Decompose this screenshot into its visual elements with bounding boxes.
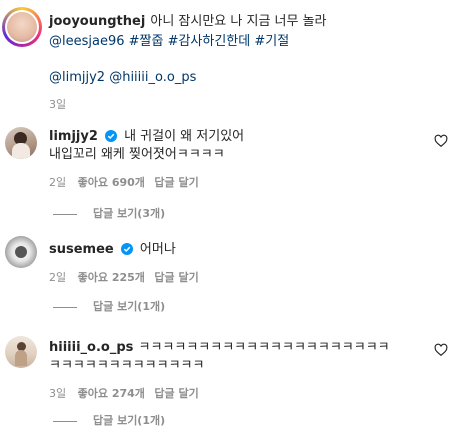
reply-button[interactable]: 답글 달기 — [154, 387, 198, 400]
comment-2: susemee 어머나 2일 좋아요 225개 답글 달기 — [49, 239, 419, 285]
reply-button[interactable]: 답글 달기 — [154, 176, 198, 189]
view-replies-button[interactable]: 답글 보기(1개) — [53, 412, 165, 428]
view-replies-label[interactable]: 답글 보기(3개) — [93, 207, 165, 220]
caption-block: jooyoungthej 아니 잠시만요 나 지금 너무 놀라 @leesjae… — [49, 10, 449, 112]
comment-time: 2일 — [49, 176, 67, 189]
comment-time: 2일 — [49, 271, 67, 284]
caption-mentions[interactable]: @limjjy2 @hiiiii_o.o_ps — [49, 68, 449, 88]
comment-text-line2: 내입꼬리 왜케 찢어졋어ㅋㅋㅋㅋ — [49, 147, 225, 162]
comment-1: limjjy2 내 귀걸이 왜 저기있어 내입꼬리 왜케 찢어졋어ㅋㅋㅋㅋ 2일… — [49, 126, 419, 190]
comment-likes[interactable]: 좋아요 225개 — [78, 271, 145, 284]
heart-icon[interactable] — [434, 134, 448, 148]
comment-likes[interactable]: 좋아요 274개 — [78, 387, 145, 400]
comment-text-line2: ㅋㅋㅋㅋㅋㅋㅋㅋㅋㅋㅋㅋㅋ — [49, 358, 205, 373]
comment-text: 내 귀걸이 왜 저기있어 — [124, 129, 245, 144]
comment-text: ㅋㅋㅋㅋㅋㅋㅋㅋㅋㅋㅋㅋㅋㅋㅋㅋㅋㅋㅋㅋㅋ — [138, 340, 390, 355]
reply-button[interactable]: 답글 달기 — [154, 271, 198, 284]
comment-time: 3일 — [49, 387, 67, 400]
view-replies-label[interactable]: 답글 보기(1개) — [93, 414, 165, 427]
comment-likes[interactable]: 좋아요 690개 — [78, 176, 145, 189]
view-replies-button[interactable]: 답글 보기(1개) — [53, 298, 165, 314]
view-replies-label[interactable]: 답글 보기(1개) — [93, 300, 165, 313]
comment-avatar[interactable] — [5, 336, 37, 368]
reply-divider — [53, 306, 77, 308]
verified-badge-icon — [104, 130, 117, 142]
caption-username[interactable]: jooyoungthej — [49, 14, 145, 29]
comment-username[interactable]: limjjy2 — [49, 129, 98, 144]
caption-hashtags[interactable]: @leesjae96 #짤줍 #감사하긴한데 #기절 — [49, 32, 449, 52]
reply-divider — [53, 420, 77, 422]
comment-avatar[interactable] — [5, 236, 37, 268]
comment-username[interactable]: susemee — [49, 242, 114, 257]
caption-time: 3일 — [49, 98, 67, 111]
comment-username[interactable]: hiiiii_o.o_ps — [49, 340, 133, 355]
caption-avatar[interactable] — [2, 7, 42, 47]
comment-avatar[interactable] — [5, 127, 37, 159]
heart-icon[interactable] — [434, 343, 448, 357]
comment-3: hiiiii_o.o_ps ㅋㅋㅋㅋㅋㅋㅋㅋㅋㅋㅋㅋㅋㅋㅋㅋㅋㅋㅋㅋㅋ ㅋㅋㅋㅋ… — [49, 337, 429, 401]
reply-divider — [53, 213, 77, 215]
view-replies-button[interactable]: 답글 보기(3개) — [53, 205, 165, 221]
comment-text: 어머나 — [139, 242, 176, 257]
caption-text: 아니 잠시만요 나 지금 너무 놀라 — [150, 14, 327, 29]
verified-badge-icon — [120, 243, 133, 255]
